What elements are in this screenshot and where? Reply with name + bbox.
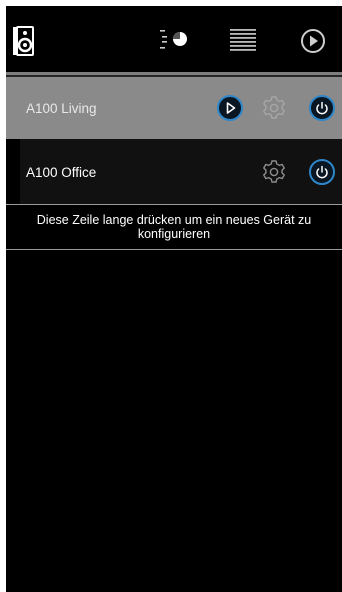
power-button[interactable] xyxy=(309,95,335,121)
app-screen: A100 Living A100 Office Diese Zeile lang… xyxy=(6,6,342,592)
device-name: A100 Living xyxy=(26,101,97,116)
add-device-hint-row[interactable]: Diese Zeile lange drücken um ein neues G… xyxy=(6,204,342,250)
play-button[interactable] xyxy=(217,95,243,121)
device-name: A100 Office xyxy=(26,165,97,180)
device-row-living[interactable]: A100 Living xyxy=(6,77,342,139)
play-icon xyxy=(226,102,236,114)
speaker-icon[interactable] xyxy=(12,26,34,56)
power-icon xyxy=(316,165,328,179)
play-circle-icon[interactable] xyxy=(300,28,326,54)
power-icon xyxy=(316,101,328,115)
volume-knob-icon[interactable] xyxy=(160,28,192,54)
gear-icon[interactable] xyxy=(261,159,287,190)
top-toolbar xyxy=(6,6,342,72)
add-device-hint: Diese Zeile lange drücken um ein neues G… xyxy=(36,213,312,241)
gear-icon[interactable] xyxy=(261,95,287,126)
playlist-icon[interactable] xyxy=(230,28,256,54)
power-button[interactable] xyxy=(309,159,335,185)
device-row-office[interactable]: A100 Office xyxy=(20,139,342,204)
